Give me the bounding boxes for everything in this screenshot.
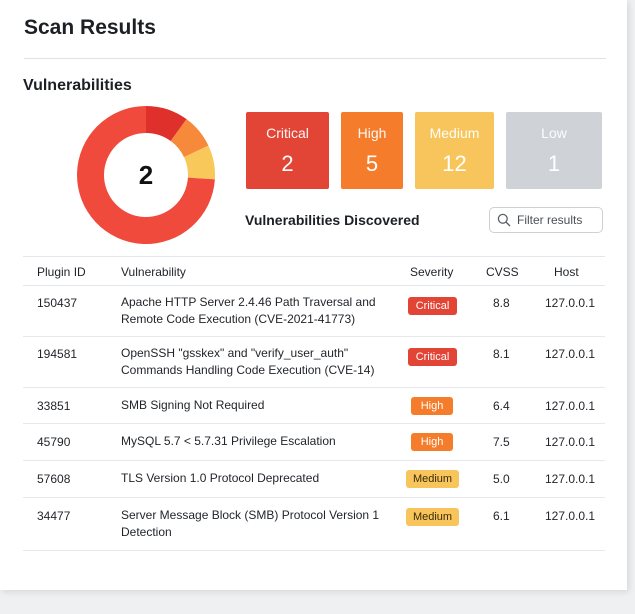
severity-badge: High xyxy=(411,397,453,415)
vulnerability-name: OpenSSH "gsskex" and "verify_user_auth" … xyxy=(121,346,375,377)
severity-badge: Medium xyxy=(406,470,459,488)
vulnerability-name: Server Message Block (SMB) Protocol Vers… xyxy=(121,508,380,539)
table-row[interactable]: 33851 SMB Signing Not Required High 6.4 … xyxy=(23,388,605,424)
tile-low-count: 1 xyxy=(547,151,561,176)
host-address: 127.0.0.1 xyxy=(545,472,596,486)
vulnerability-name: MySQL 5.7 < 5.7.31 Privilege Escalation xyxy=(121,434,336,448)
plugin-id: 34477 xyxy=(37,509,71,523)
severity-badge: High xyxy=(411,433,453,451)
tile-medium-label: Medium xyxy=(429,125,480,141)
col-header-host[interactable]: Host xyxy=(554,265,579,279)
tile-low-label: Low xyxy=(541,125,567,141)
cvss-score: 7.5 xyxy=(493,435,510,449)
vulnerability-name: TLS Version 1.0 Protocol Deprecated xyxy=(121,471,320,485)
tile-high[interactable]: High 5 xyxy=(341,112,403,189)
scan-results-panel: Scan Results Vulnerabilities 2 Critical … xyxy=(0,0,627,590)
plugin-id: 45790 xyxy=(37,435,71,449)
tile-critical-label: Critical xyxy=(266,125,309,141)
donut-total: 2 xyxy=(138,159,154,190)
tile-medium[interactable]: Medium 12 xyxy=(415,112,494,189)
vulnerability-name: SMB Signing Not Required xyxy=(121,398,265,412)
tile-medium-count: 12 xyxy=(442,151,467,176)
severity-badge: Critical xyxy=(408,348,457,366)
vulnerability-name: Apache HTTP Server 2.4.46 Path Traversal… xyxy=(121,295,376,326)
plugin-id: 57608 xyxy=(37,472,71,486)
title-divider xyxy=(24,58,606,59)
cvss-score: 8.1 xyxy=(493,347,510,361)
table-row[interactable]: 45790 MySQL 5.7 < 5.7.31 Privilege Escal… xyxy=(23,424,605,461)
table-row[interactable]: 150437 Apache HTTP Server 2.4.46 Path Tr… xyxy=(23,286,605,337)
search-icon xyxy=(497,213,511,227)
tile-high-label: High xyxy=(357,125,387,141)
table-row[interactable]: 34477 Server Message Block (SMB) Protoco… xyxy=(23,498,605,551)
table-row[interactable]: 194581 OpenSSH "gsskex" and "verify_user… xyxy=(23,337,605,388)
plugin-id: 150437 xyxy=(37,296,78,310)
cvss-score: 6.1 xyxy=(493,509,510,523)
col-header-plugin-id[interactable]: Plugin ID xyxy=(37,265,86,279)
col-header-cvss[interactable]: CVSS xyxy=(486,265,519,279)
host-address: 127.0.0.1 xyxy=(545,296,596,310)
host-address: 127.0.0.1 xyxy=(545,399,596,413)
host-address: 127.0.0.1 xyxy=(545,347,596,361)
cvss-score: 6.4 xyxy=(493,399,510,413)
plugin-id: 194581 xyxy=(37,347,78,361)
severity-badge: Critical xyxy=(408,297,457,315)
col-header-severity[interactable]: Severity xyxy=(410,265,453,279)
host-address: 127.0.0.1 xyxy=(545,435,596,449)
vulnerabilities-discovered-label: Vulnerabilities Discovered xyxy=(245,212,420,228)
tile-critical[interactable]: Critical 2 xyxy=(246,112,329,189)
vulnerability-table: Plugin ID Vulnerability Severity CVSS Ho… xyxy=(23,256,605,551)
col-header-vulnerability[interactable]: Vulnerability xyxy=(121,265,186,279)
filter-results-input[interactable] xyxy=(517,213,597,227)
page-title: Scan Results xyxy=(24,16,156,39)
severity-donut-chart: 2 xyxy=(76,105,216,245)
tile-high-count: 5 xyxy=(365,151,379,176)
severity-badge: Medium xyxy=(406,508,459,526)
plugin-id: 33851 xyxy=(37,399,71,413)
host-address: 127.0.0.1 xyxy=(545,509,596,523)
tile-critical-count: 2 xyxy=(281,151,294,176)
table-row[interactable]: 57608 TLS Version 1.0 Protocol Deprecate… xyxy=(23,461,605,498)
cvss-score: 5.0 xyxy=(493,472,510,486)
table-header: Plugin ID Vulnerability Severity CVSS Ho… xyxy=(23,256,605,286)
section-title: Vulnerabilities xyxy=(23,77,132,94)
cvss-score: 8.8 xyxy=(493,296,510,310)
filter-box[interactable] xyxy=(489,207,603,233)
tile-low[interactable]: Low 1 xyxy=(506,112,602,189)
